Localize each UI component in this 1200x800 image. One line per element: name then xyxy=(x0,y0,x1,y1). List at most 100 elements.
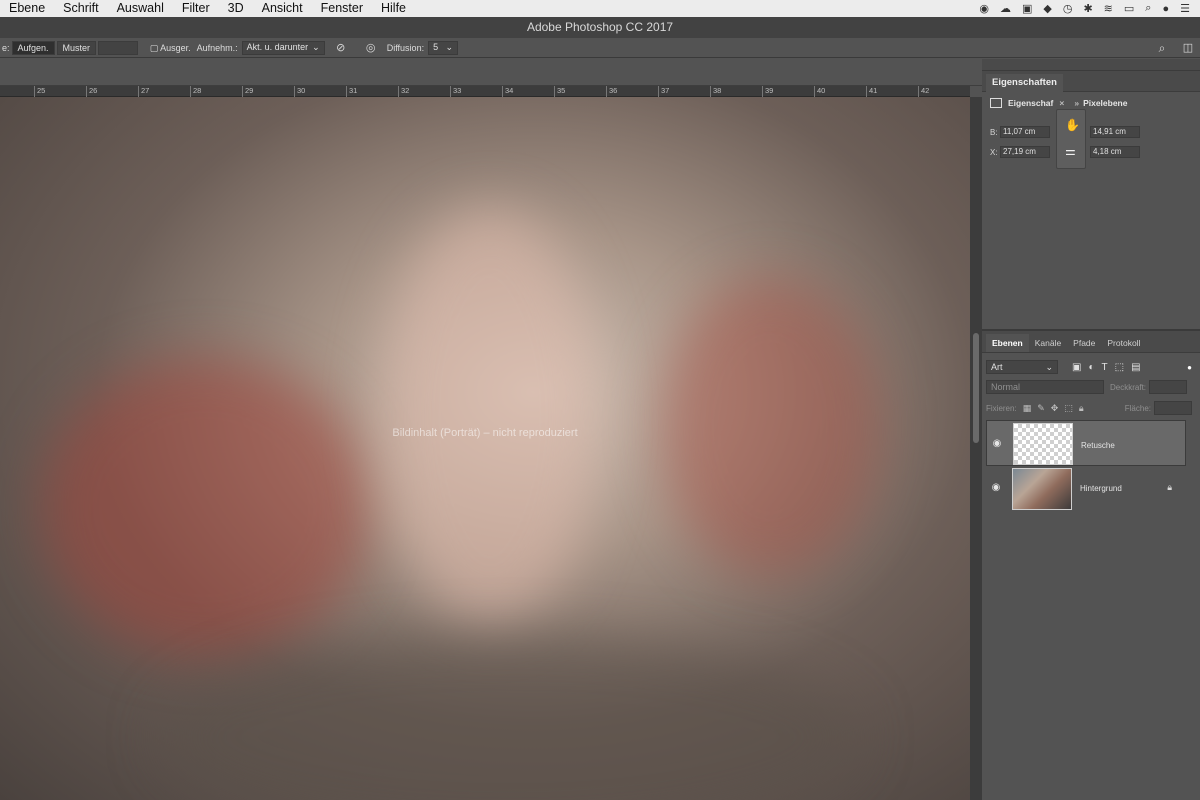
ruler-tick: 32 xyxy=(398,86,409,97)
layers-panel: Ebenen Kanäle Pfade Protokoll Art ⌄ ▣◐T⬚▤… xyxy=(982,331,1200,800)
scrollbar-thumb[interactable] xyxy=(973,333,979,443)
wifi-icon[interactable]: ≋ xyxy=(1104,2,1113,15)
ruler-tick: 35 xyxy=(554,86,565,97)
ausger-checkbox[interactable]: ▢ xyxy=(148,42,160,54)
image-filter-icon[interactable]: ▣ xyxy=(1072,362,1088,373)
menu-auswahl[interactable]: Auswahl xyxy=(108,0,173,17)
lock-transparency-icon[interactable]: ▦ xyxy=(1023,403,1038,413)
ruler-tick: 29 xyxy=(242,86,253,97)
workspace-icon[interactable]: ◫ xyxy=(1182,42,1194,54)
lock-icon: 🔒︎ xyxy=(1167,482,1172,492)
ruler-tick: 30 xyxy=(294,86,305,97)
filter-toggle-icon[interactable]: ● xyxy=(1187,363,1192,372)
menu-3d[interactable]: 3D xyxy=(219,0,253,17)
tab-ebenen[interactable]: Ebenen xyxy=(986,334,1029,352)
filter-value: Art xyxy=(991,361,1003,372)
bluetooth-icon[interactable]: ✱ xyxy=(1083,2,1092,15)
fill-field[interactable] xyxy=(1154,401,1192,415)
mini-toolbar: ✋ ⚌ xyxy=(1056,109,1086,169)
lock-artboard-icon[interactable]: ⬚ xyxy=(1064,403,1079,413)
ruler-tick: 27 xyxy=(138,86,149,97)
aufnehm-label: Aufnehm.: xyxy=(196,42,238,53)
menu-ansicht[interactable]: Ansicht xyxy=(253,0,312,17)
menu-hilfe[interactable]: Hilfe xyxy=(372,0,415,17)
menu-list-icon[interactable]: ☰ xyxy=(1180,2,1190,15)
visibility-eye-icon[interactable]: ◉ xyxy=(988,482,1004,493)
tab-kanaele[interactable]: Kanäle xyxy=(1029,334,1067,352)
adjustment-filter-icon[interactable]: ◐ xyxy=(1088,362,1101,373)
horizontal-ruler: 25 26 27 28 29 30 31 32 33 34 35 36 37 3… xyxy=(0,86,970,97)
ruler-tick: 34 xyxy=(502,86,513,97)
text-filter-icon[interactable]: T xyxy=(1102,362,1115,373)
y-field[interactable]: 4,18 cm xyxy=(1090,146,1140,158)
layer-filter-dropdown[interactable]: Art ⌄ xyxy=(986,360,1058,374)
lock-label: Fixieren: xyxy=(986,403,1017,413)
ruler-tick: 26 xyxy=(86,86,97,97)
option-label: e: xyxy=(2,42,10,53)
blend-mode-dropdown[interactable]: Normal xyxy=(986,380,1104,394)
menu-fenster[interactable]: Fenster xyxy=(312,0,372,17)
source-muster-button[interactable]: Muster xyxy=(56,40,97,55)
layer-retusche[interactable]: ◉ Retusche xyxy=(986,420,1186,466)
width-field[interactable]: 11,07 cm xyxy=(1000,126,1050,138)
layer-hintergrund[interactable]: ◉ Hintergrund 🔒︎ xyxy=(986,466,1186,512)
properties-header-row: Eigenschaf × » Pixelebene xyxy=(990,98,1127,108)
source-aufgen-button[interactable]: Aufgen. xyxy=(11,40,55,55)
opacity-field[interactable] xyxy=(1149,380,1188,394)
pressure-size-icon[interactable]: ◎ xyxy=(365,42,377,54)
properties-kind-label: Eigenschaf xyxy=(1008,98,1054,108)
ignore-adjustment-layers-icon[interactable]: ⊘ xyxy=(335,42,347,54)
expand-icon[interactable]: » xyxy=(1074,98,1079,108)
time-machine-icon[interactable]: ◷ xyxy=(1063,2,1073,15)
width-label: B: xyxy=(990,128,998,137)
menu-schrift[interactable]: Schrift xyxy=(54,0,107,17)
chevron-down-icon: ⌄ xyxy=(1045,361,1053,372)
document-canvas[interactable]: Bildinhalt (Porträt) – nicht reproduzier… xyxy=(0,97,970,800)
canvas-tone-area xyxy=(160,637,860,800)
menu-filter[interactable]: Filter xyxy=(173,0,219,17)
visibility-eye-icon[interactable]: ◉ xyxy=(989,437,1005,450)
ruler-tick: 36 xyxy=(606,86,617,97)
status-icons: ◉ ☁ ▣ ◆ ◷ ✱ ≋ ▭ ⌕ ● ☰ xyxy=(979,2,1200,15)
menu-ebene[interactable]: Ebene xyxy=(0,0,54,17)
tab-pfade[interactable]: Pfade xyxy=(1067,334,1101,352)
options-bar: e: Aufgen. Muster ▢ Ausger. Aufnehm.: Ak… xyxy=(0,38,1200,58)
sliders-icon[interactable]: ⚌ xyxy=(1065,144,1076,158)
ruler-tick: 31 xyxy=(346,86,357,97)
airplay-icon[interactable]: ▭ xyxy=(1124,2,1134,15)
display-icon[interactable]: ▣ xyxy=(1022,2,1032,15)
record-icon[interactable]: ◉ xyxy=(979,2,989,15)
tab-eigenschaften[interactable]: Eigenschaften xyxy=(986,74,1063,92)
user-avatar-icon[interactable]: ● xyxy=(1162,3,1169,15)
image-icon xyxy=(990,98,1002,108)
ruler-tick: 38 xyxy=(710,86,721,97)
layers-tabbar: Ebenen Kanäle Pfade Protokoll xyxy=(982,331,1200,353)
pattern-picker[interactable] xyxy=(98,40,139,55)
dropbox-icon[interactable]: ◆ xyxy=(1043,2,1051,15)
properties-layer-type: Pixelebene xyxy=(1083,98,1128,108)
shape-filter-icon[interactable]: ⬚ xyxy=(1115,362,1131,373)
diffusion-dropdown[interactable]: 5 ⌄ xyxy=(428,40,459,55)
x-field[interactable]: 27,19 cm xyxy=(1000,146,1050,158)
smartobject-filter-icon[interactable]: ▤ xyxy=(1131,362,1147,373)
lock-pixels-icon[interactable]: ✎ xyxy=(1037,403,1051,413)
canvas-scrollbar[interactable] xyxy=(970,97,982,800)
search-icon[interactable]: ⌕ xyxy=(1156,42,1168,54)
close-icon[interactable]: × xyxy=(1059,98,1064,108)
ruler-tick: 41 xyxy=(866,86,877,97)
height-field[interactable]: 14,91 cm xyxy=(1090,126,1140,138)
hand-icon[interactable]: ✋ xyxy=(1065,118,1080,132)
ruler-tick: 28 xyxy=(190,86,201,97)
fill-label: Fläche: xyxy=(1124,403,1151,413)
creative-cloud-icon[interactable]: ☁ xyxy=(1000,2,1011,15)
ruler-tick: 25 xyxy=(34,86,45,97)
tab-protokoll[interactable]: Protokoll xyxy=(1101,334,1146,352)
diffusion-label: Diffusion: xyxy=(386,42,425,53)
menu-bar: Ebene Schrift Auswahl Filter 3D Ansicht … xyxy=(0,0,1200,17)
diffusion-value: 5 xyxy=(433,42,439,52)
layer-thumbnail xyxy=(1012,468,1072,510)
search-icon[interactable]: ⌕ xyxy=(1145,2,1151,15)
sample-dropdown[interactable]: Akt. u. darunter ⌄ xyxy=(241,40,325,55)
lock-position-icon[interactable]: ✥ xyxy=(1051,403,1065,413)
lock-all-icon[interactable]: 🔒︎ xyxy=(1079,403,1090,413)
